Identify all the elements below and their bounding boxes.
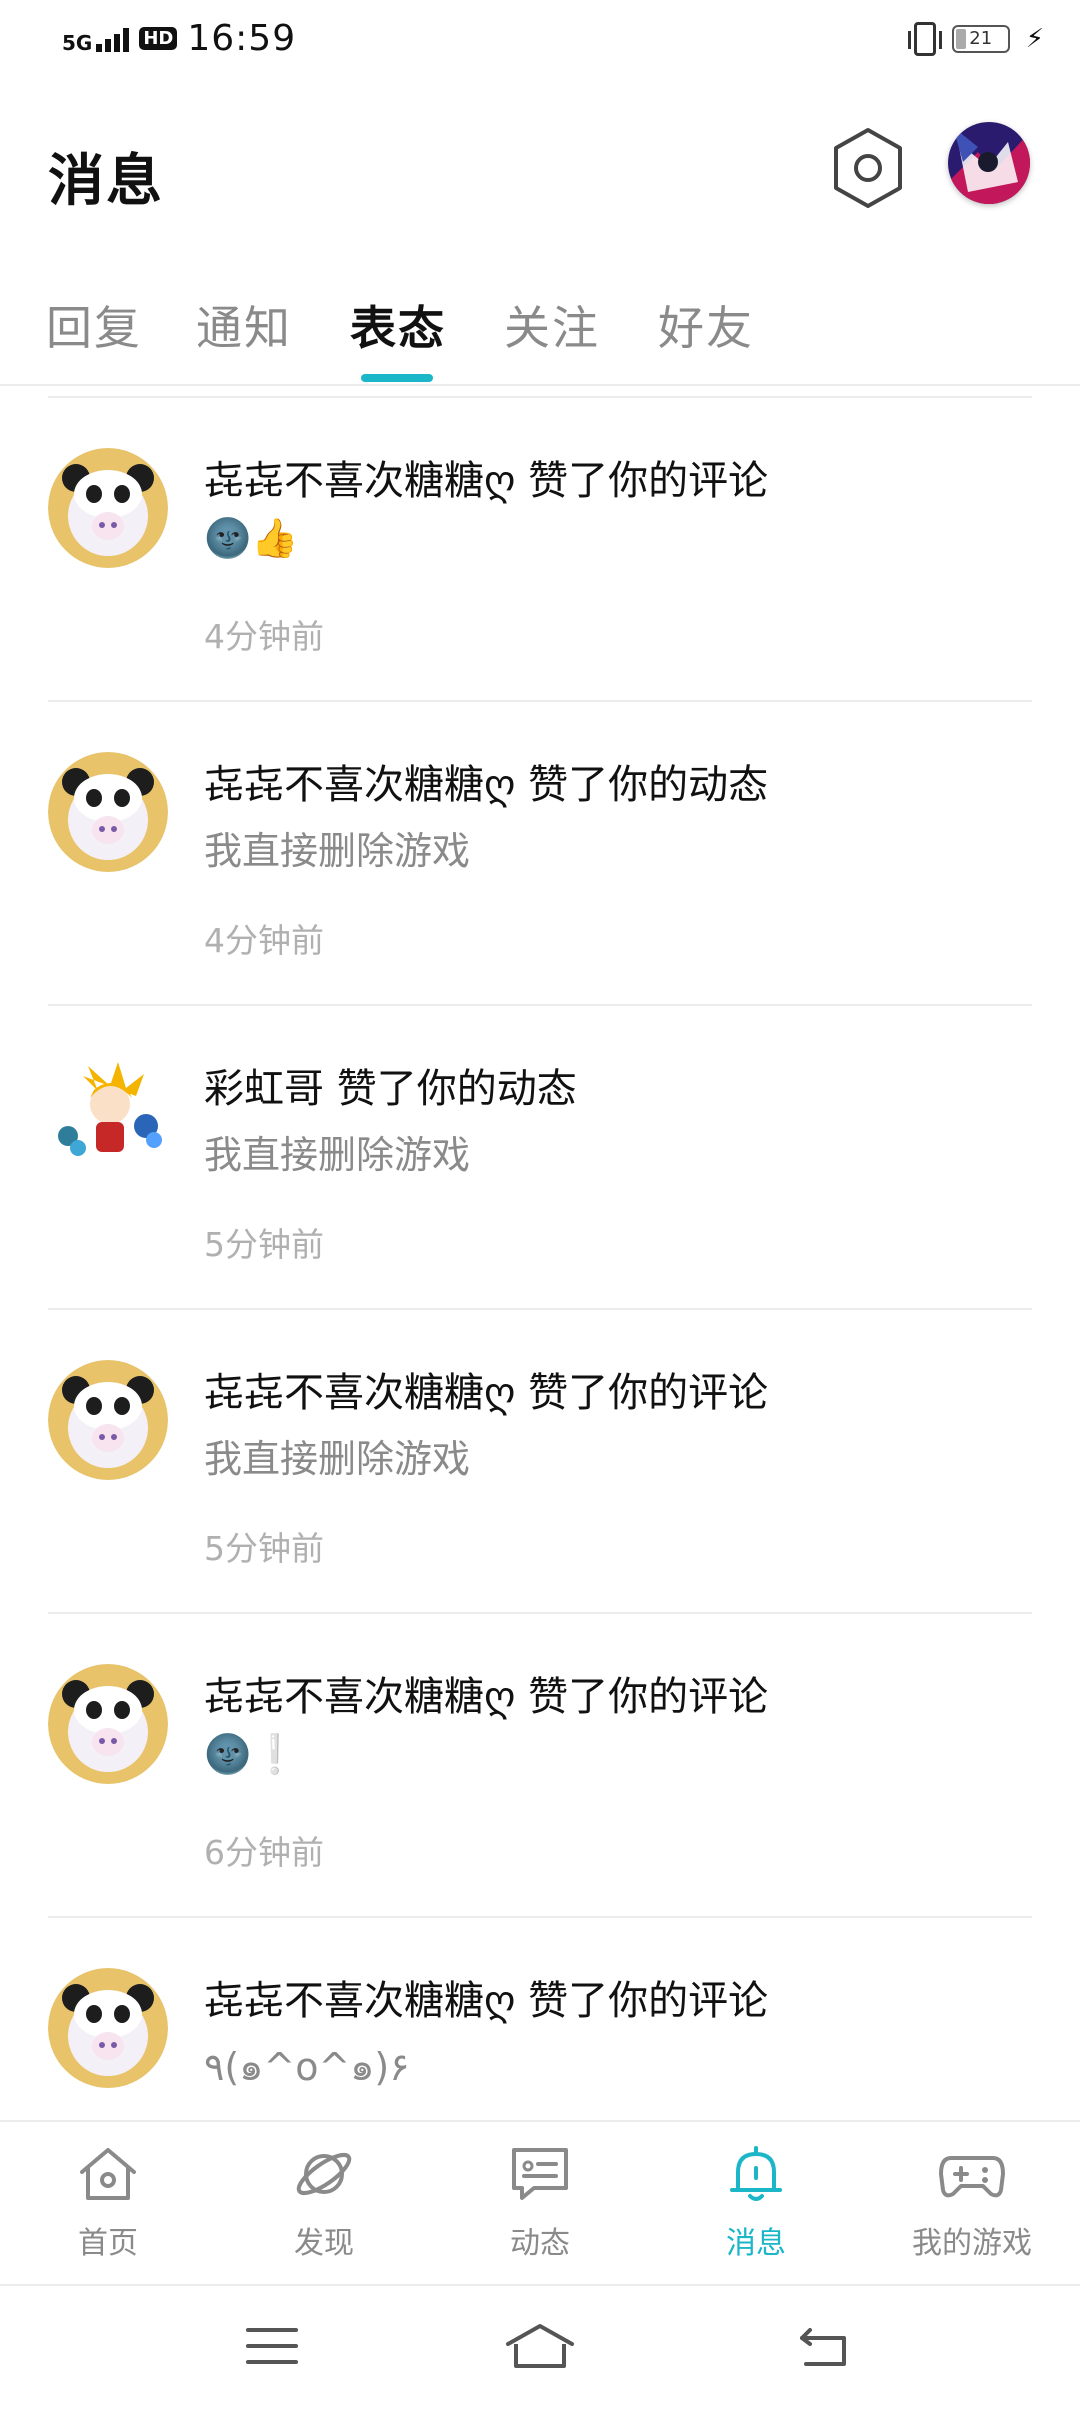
notification-content: ٩(๑^o^๑)۶: [204, 2045, 410, 2089]
back-icon: [800, 2328, 846, 2366]
bell-icon: [730, 2146, 782, 2201]
bottom-nav: 首页 发现 动态 消息 我的游戏: [0, 2120, 1080, 2284]
nav-home[interactable]: 首页: [0, 2144, 216, 2262]
notification-title: 㐂㐂不喜次糖糖ღ 赞了你的评论: [204, 458, 769, 504]
menu-button[interactable]: [244, 2322, 300, 2374]
notification-item[interactable]: 㐂㐂不喜次糖糖ღ 赞了你的评论 我直接删除游戏 5分钟前: [48, 1308, 1032, 1614]
charging-icon: ⚡: [1025, 24, 1044, 54]
notification-time: 5分钟前: [204, 1225, 324, 1264]
vibrate-icon: [907, 22, 942, 56]
anime-avatar[interactable]: [48, 1056, 168, 1176]
nav-home-label: 首页: [78, 2226, 138, 2261]
chat-card-icon: [512, 2148, 568, 2200]
nav-discover-label: 发现: [294, 2226, 354, 2261]
hd-badge: HD: [139, 27, 178, 50]
notification-content: 我直接删除游戏: [204, 829, 471, 873]
nav-messages-label: 消息: [726, 2226, 786, 2261]
header: 消息: [0, 110, 1080, 230]
gamepad-icon: [939, 2156, 1005, 2198]
notification-title: 彩虹哥 赞了你的动态: [204, 1066, 577, 1112]
nav-feed-label: 动态: [510, 2226, 570, 2261]
panda-avatar[interactable]: [48, 1360, 168, 1480]
notification-time: 6分钟前: [204, 1833, 324, 1872]
settings-hex-icon: [834, 128, 902, 208]
tab-bar: 回复 通知 表态 关注 好友: [0, 282, 1080, 386]
notification-item[interactable]: 彩虹哥 赞了你的动态 我直接删除游戏 5分钟前: [48, 1004, 1032, 1310]
notification-content: 🌚👍: [204, 516, 299, 560]
tab-notice[interactable]: 通知: [196, 292, 292, 358]
home-icon: [80, 2148, 136, 2200]
tab-friends[interactable]: 好友: [658, 292, 754, 358]
signal-indicator: 5G: [62, 26, 130, 55]
notification-title: 㐂㐂不喜次糖糖ღ 赞了你的动态: [204, 762, 769, 808]
notification-time: 5分钟前: [204, 1529, 324, 1568]
panda-avatar[interactable]: [48, 752, 168, 872]
notification-item[interactable]: 㐂㐂不喜次糖糖ღ 赞了你的评论 ٩(๑^o^๑)۶: [48, 1916, 1032, 2120]
nav-my-games[interactable]: 我的游戏: [864, 2144, 1080, 2262]
nav-feed[interactable]: 动态: [432, 2144, 648, 2262]
notification-content: 🌚❕: [204, 1732, 299, 1776]
notification-title: 㐂㐂不喜次糖糖ღ 赞了你的评论: [204, 1978, 769, 2024]
planet-icon: [296, 2152, 352, 2196]
tab-reactions[interactable]: 表态: [350, 292, 446, 358]
nav-my-games-label: 我的游戏: [912, 2226, 1032, 2261]
battery-icon: 21: [951, 25, 1010, 53]
status-bar: 5G HD 16:59 21 ⚡: [0, 0, 1080, 84]
system-home-button[interactable]: [504, 2322, 576, 2374]
nav-discover[interactable]: 发现: [216, 2144, 432, 2262]
page-title: 消息: [48, 149, 164, 214]
network-type: 5G: [62, 30, 93, 55]
notification-title: 㐂㐂不喜次糖糖ღ 赞了你的评论: [204, 1370, 769, 1416]
notification-time: 4分钟前: [204, 921, 324, 960]
user-avatar[interactable]: [948, 122, 1030, 204]
status-time: 16:59: [187, 18, 297, 59]
notification-item[interactable]: 㐂㐂不喜次糖糖ღ 赞了你的动态 我直接删除游戏 4分钟前: [48, 700, 1032, 1006]
panda-avatar[interactable]: [48, 1968, 168, 2088]
notification-title: 㐂㐂不喜次糖糖ღ 赞了你的评论: [204, 1674, 769, 1720]
notification-content: 我直接删除游戏: [204, 1133, 471, 1177]
notification-item[interactable]: 㐂㐂不喜次糖糖ღ 赞了你的评论 🌚👍 4分钟前: [48, 396, 1032, 702]
notification-time: 4分钟前: [204, 617, 324, 656]
settings-button[interactable]: [832, 126, 904, 210]
notification-list[interactable]: 㐂㐂不喜次糖糖ღ 赞了你的评论 🌚👍 4分钟前 㐂㐂不喜次糖糖ღ 赞了你的动态 …: [0, 396, 1080, 2120]
notification-content: 我直接删除游戏: [204, 1437, 471, 1481]
panda-avatar[interactable]: [48, 448, 168, 568]
menu-icon: [246, 2328, 298, 2364]
active-tab-indicator: [361, 374, 433, 382]
system-nav-bar: [0, 2284, 1080, 2410]
tab-follow[interactable]: 关注: [504, 292, 600, 358]
tab-reply[interactable]: 回复: [46, 292, 142, 358]
battery-level: 21: [969, 28, 993, 49]
system-home-icon: [506, 2324, 574, 2368]
panda-avatar[interactable]: [48, 1664, 168, 1784]
back-button[interactable]: [796, 2322, 852, 2374]
signal-bars-icon: [96, 26, 130, 52]
nav-messages[interactable]: 消息: [648, 2144, 864, 2262]
notification-item[interactable]: 㐂㐂不喜次糖糖ღ 赞了你的评论 🌚❕ 6分钟前: [48, 1612, 1032, 1918]
